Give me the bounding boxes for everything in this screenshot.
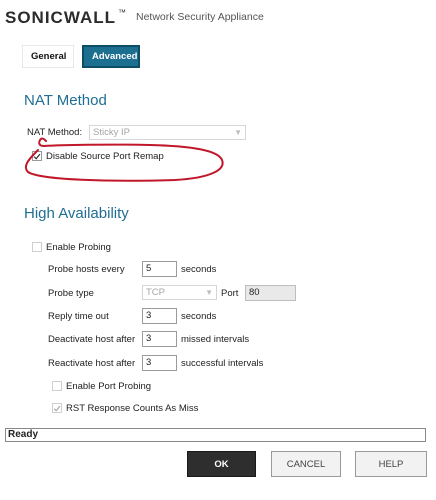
help-button[interactable]: HELP — [355, 451, 427, 477]
tab-advanced[interactable]: Advanced — [82, 45, 140, 68]
probe-hosts-every-label: Probe hosts every — [48, 264, 125, 275]
check-icon — [33, 153, 41, 160]
probe-hosts-every-input[interactable]: 5 — [142, 261, 177, 277]
enable-probing-label: Enable Probing — [46, 242, 111, 253]
brand-name: SONICWALL — [5, 8, 116, 27]
rst-response-label: RST Response Counts As Miss — [66, 403, 199, 414]
reactivate-host-after-label: Reactivate host after — [48, 358, 136, 369]
enable-port-probing-label: Enable Port Probing — [66, 381, 152, 392]
enable-probing-checkbox[interactable] — [32, 242, 42, 252]
deactivate-host-after-unit: missed intervals — [181, 334, 250, 345]
sonicwall-logo: SONICWALL ™ — [5, 8, 127, 28]
chevron-down-icon: ▼ — [205, 288, 213, 297]
probe-type-label: Probe type — [48, 288, 94, 299]
check-icon — [53, 405, 61, 412]
high-availability-heading: High Availability — [24, 205, 129, 222]
probe-hosts-every-unit: seconds — [181, 264, 217, 275]
nat-method-label: NAT Method: — [27, 127, 83, 138]
reply-time-out-label: Reply time out — [48, 311, 109, 322]
rst-response-checkbox[interactable] — [52, 403, 62, 413]
disable-source-port-remap-label: Disable Source Port Remap — [46, 151, 164, 162]
probe-type-select[interactable]: TCP ▼ — [142, 285, 217, 300]
reply-time-out-unit: seconds — [181, 311, 217, 322]
deactivate-host-after-input[interactable]: 3 — [142, 331, 177, 347]
nat-method-heading: NAT Method — [24, 92, 107, 109]
reactivate-host-after-unit: successful intervals — [181, 358, 264, 369]
probe-type-value: TCP — [146, 287, 165, 298]
disable-source-port-remap-checkbox[interactable] — [32, 151, 42, 161]
port-label: Port — [221, 288, 239, 299]
app-title: Network Security Appliance — [136, 11, 264, 23]
enable-port-probing-checkbox[interactable] — [52, 381, 62, 391]
trademark: ™ — [118, 8, 127, 17]
port-input[interactable]: 80 — [245, 285, 296, 301]
ok-button[interactable]: OK — [187, 451, 256, 477]
nat-method-select[interactable]: Sticky IP ▼ — [89, 125, 246, 140]
reactivate-host-after-input[interactable]: 3 — [142, 355, 177, 371]
deactivate-host-after-label: Deactivate host after — [48, 334, 136, 345]
status-bar: Ready — [5, 428, 426, 442]
nat-method-value: Sticky IP — [93, 127, 130, 138]
cancel-button[interactable]: CANCEL — [271, 451, 341, 477]
reply-time-out-input[interactable]: 3 — [142, 308, 177, 324]
chevron-down-icon: ▼ — [234, 128, 242, 137]
tab-general[interactable]: General — [22, 45, 74, 68]
